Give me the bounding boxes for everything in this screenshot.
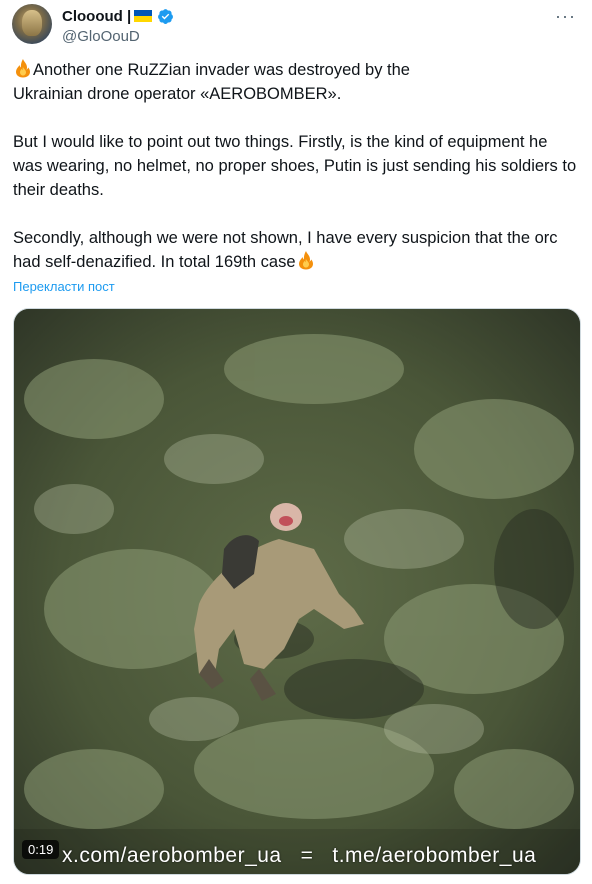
fire-emoji-icon (16, 59, 30, 78)
video-player[interactable] (13, 308, 581, 875)
tweet-paragraph-2: But I would like to point out two things… (13, 133, 577, 199)
fire-emoji-icon (298, 251, 313, 270)
video-duration-badge: 0:19 (22, 840, 60, 859)
author-info: Cloooud | @GloOouD (62, 6, 174, 45)
more-options-icon[interactable]: ··· (555, 6, 576, 27)
display-name[interactable]: Cloooud | (62, 8, 131, 25)
translate-post-link[interactable]: Перекласти пост (13, 279, 115, 294)
video-watermark: x.com/aerobomber_ua = t.me/aerobomber_ua (62, 844, 537, 867)
tweet-header: Cloooud | @GloOouD ··· (12, 4, 580, 48)
video-frame (14, 309, 580, 874)
tweet-para3-text: Secondly, although we were not shown, I … (13, 229, 558, 271)
tweet-line1-b: Ukrainian drone operator «AEROBOMBER». (13, 85, 342, 103)
verified-badge-icon (158, 8, 174, 24)
avatar[interactable] (12, 4, 52, 44)
tweet-line1-a: Another one RuZZian invader was destroye… (33, 61, 415, 79)
tweet-paragraph-1: Another one RuZZian invader was destroye… (13, 58, 578, 82)
tweet-text: Another one RuZZian invader was destroye… (13, 58, 578, 274)
ukraine-flag-icon (134, 10, 153, 22)
handle[interactable]: @GloOouD (62, 28, 174, 45)
tweet-paragraph-3: Secondly, although we were not shown, I … (13, 226, 578, 274)
ukraine-flag-icon (415, 62, 435, 76)
